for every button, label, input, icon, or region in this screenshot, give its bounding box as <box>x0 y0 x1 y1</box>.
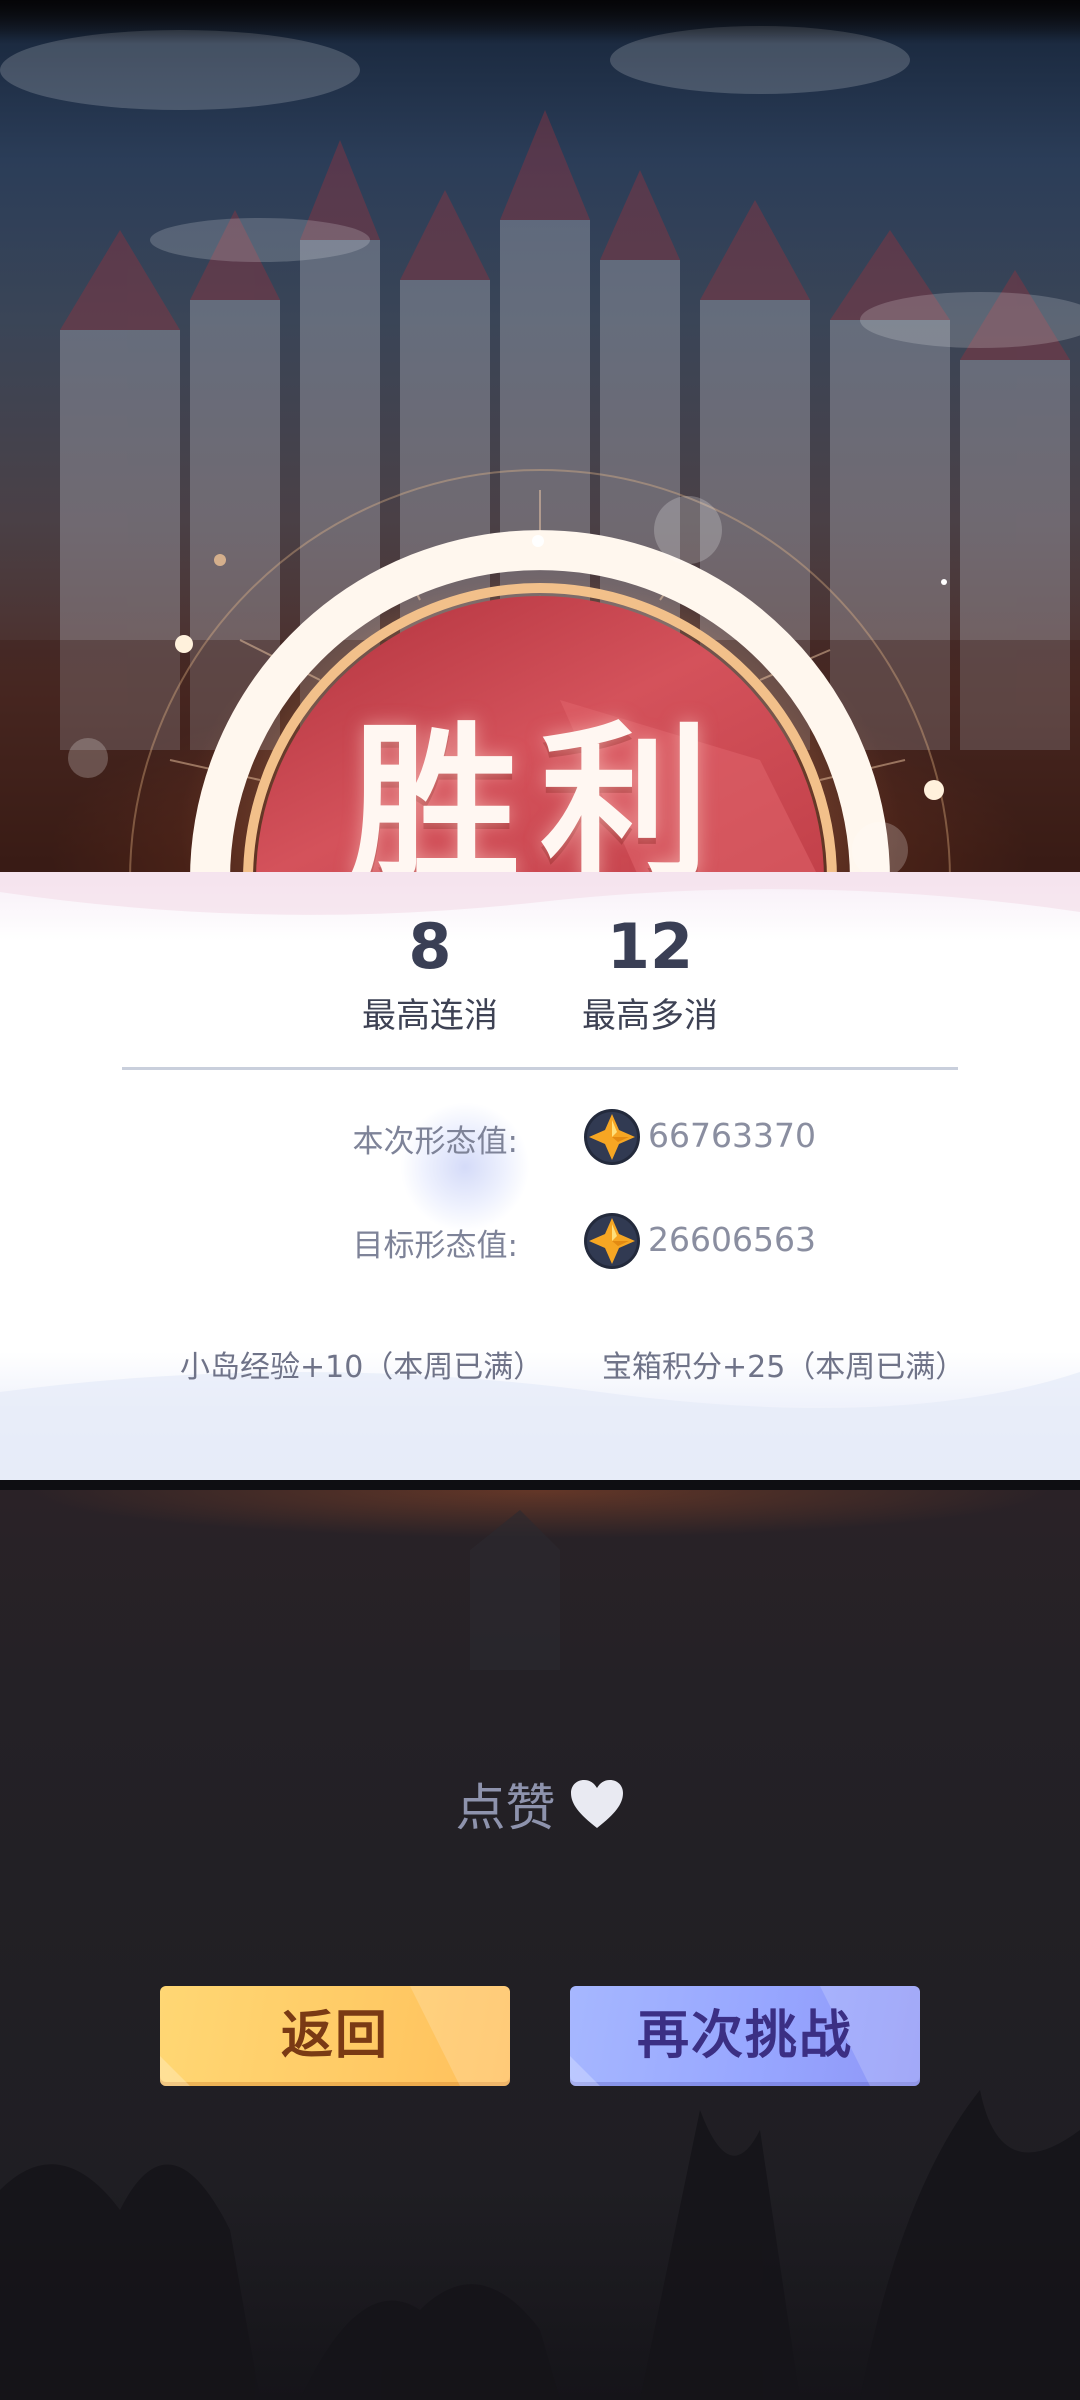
current-form-label: 本次形态值: <box>352 1124 518 1160</box>
divider <box>122 1067 958 1070</box>
back-button-label: 返回 <box>280 2005 389 2066</box>
retry-button[interactable]: 再次挑战 <box>570 1986 920 2086</box>
like-label: 点赞 <box>455 1779 556 1837</box>
current-form-value: 66763370 <box>648 1116 816 1155</box>
max-multi-value: 12 <box>606 910 694 983</box>
victory-screen: 胜利 8 最高连消 12 最高多消 本次形态值: 66763370 目标形态值:… <box>0 0 1080 2400</box>
back-button[interactable]: 返回 <box>160 1986 510 2086</box>
target-form-value: 26606563 <box>648 1220 816 1259</box>
star-coin-icon <box>584 1109 640 1165</box>
star-coin-icon <box>584 1213 640 1269</box>
bottom-background <box>0 1490 1080 2400</box>
foliage-silhouette <box>0 1510 1080 2400</box>
max-combo-value: 8 <box>408 910 452 983</box>
stat-max-multi: 12 最高多消 <box>540 910 760 1037</box>
victory-title: 胜利 <box>349 705 730 905</box>
current-form-row: 本次形态值: 66763370 <box>0 1108 1080 1168</box>
max-multi-label: 最高多消 <box>582 996 718 1036</box>
max-combo-label: 最高连消 <box>362 996 498 1036</box>
chest-points-reward: 宝箱积分+25（本周已满） <box>602 1350 966 1385</box>
target-form-label: 目标形态值: <box>352 1228 518 1264</box>
retry-button-label: 再次挑战 <box>636 2005 853 2066</box>
heart-icon <box>570 1780 623 1828</box>
result-panel: 8 最高连消 12 最高多消 本次形态值: 66763370 目标形态值: 26… <box>0 872 1080 1490</box>
island-exp-reward: 小岛经验+10（本周已满） <box>180 1350 544 1385</box>
like-button[interactable]: 点赞 <box>0 1768 1080 1840</box>
target-form-row: 目标形态值: 26606563 <box>0 1212 1080 1272</box>
stat-max-combo: 8 最高连消 <box>320 910 540 1037</box>
